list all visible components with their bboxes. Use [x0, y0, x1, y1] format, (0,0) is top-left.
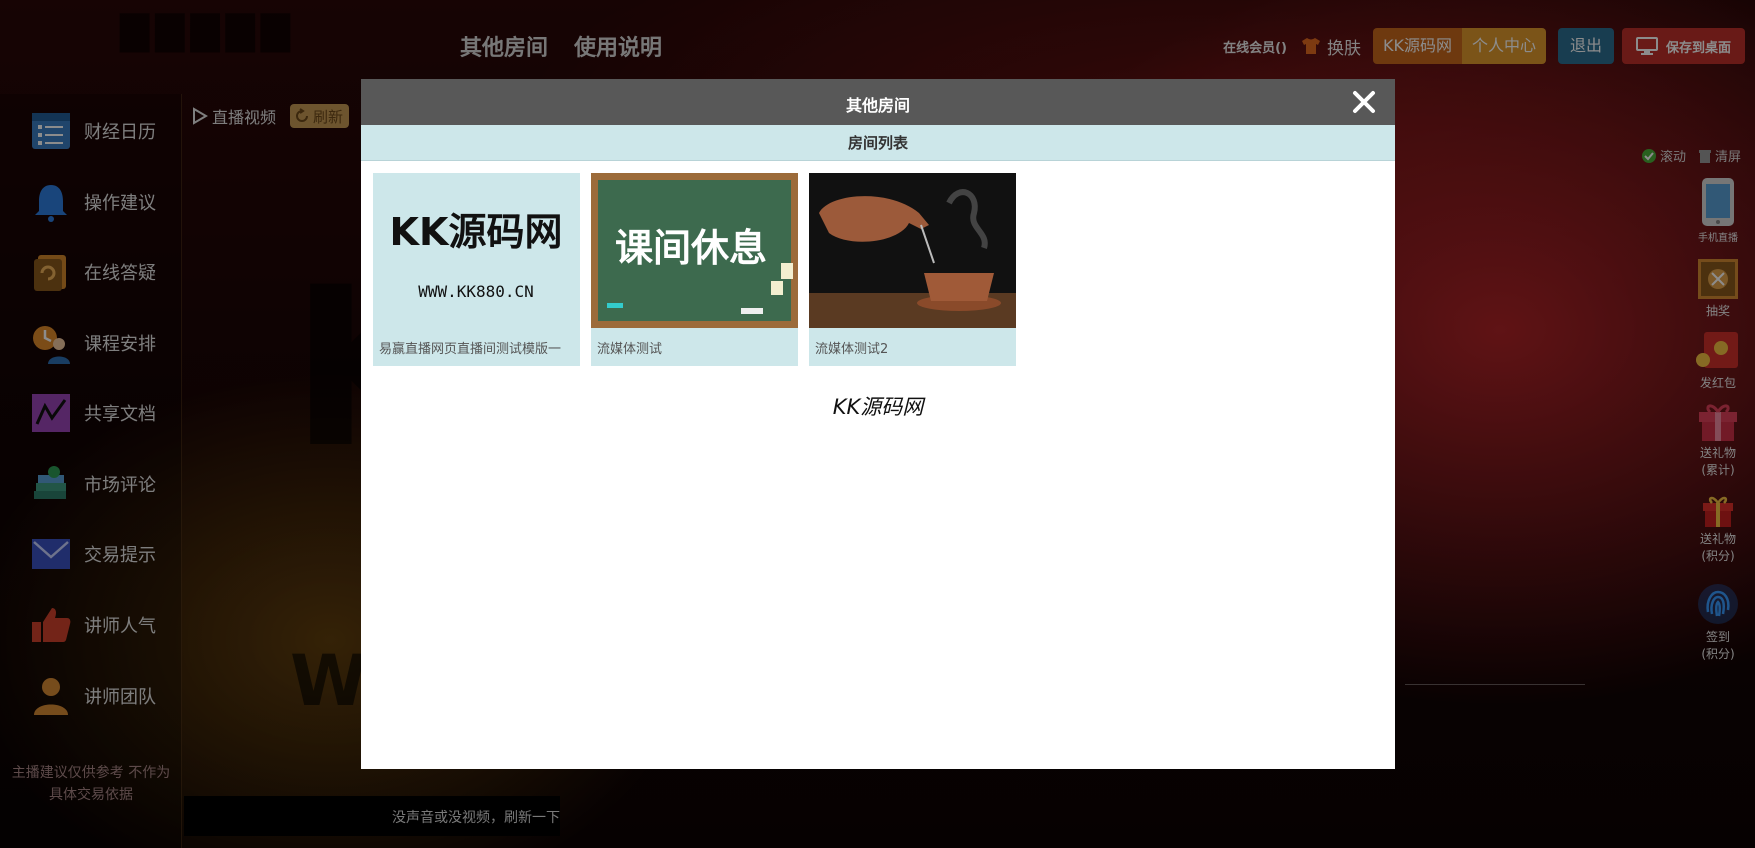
room-list: KK源码网 WWW.KK880.CN 易赢直播网页直播间测试模版一 课间休息 流…	[373, 173, 1016, 366]
room-name: 流媒体测试2	[815, 342, 889, 357]
room-card[interactable]: KK源码网 WWW.KK880.CN 易赢直播网页直播间测试模版一	[373, 173, 580, 366]
room-thumbnail-kk: KK源码网 WWW.KK880.CN	[373, 173, 580, 328]
other-rooms-modal: 其他房间 房间列表 KK源码网 WWW.KK880.CN 易赢直播网页直播间测试…	[361, 79, 1395, 769]
room-card[interactable]: 课间休息 流媒体测试	[591, 173, 798, 366]
room-card[interactable]: 流媒体测试2	[809, 173, 1016, 366]
modal-brand-text: KK源码网	[832, 395, 924, 419]
room-thumbnail-chalkboard: 课间休息	[591, 173, 798, 328]
room-thumbnail-tea	[809, 173, 1016, 328]
thumb-break-text: 课间休息	[615, 226, 767, 270]
close-icon[interactable]	[1351, 89, 1377, 115]
modal-header: 其他房间	[361, 79, 1395, 125]
room-name: 易赢直播网页直播间测试模版一	[379, 342, 562, 357]
room-name: 流媒体测试	[597, 342, 663, 357]
thumb-kk-title: KK源码网	[390, 210, 563, 254]
thumb-kk-url: WWW.KK880.CN	[418, 282, 534, 301]
modal-title: 其他房间	[845, 96, 910, 115]
room-list-title: 房间列表	[361, 125, 1395, 161]
